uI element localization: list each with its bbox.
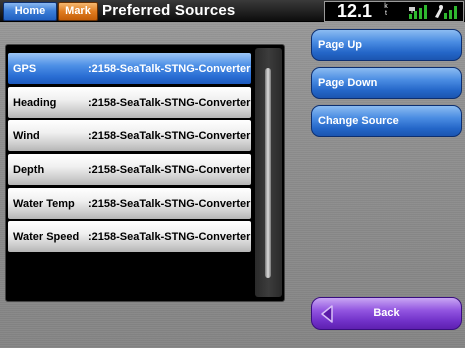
list-item-water-speed[interactable]: Water Speed :2158-SeaTalk-STNG-Converter <box>8 221 251 252</box>
speed-unit: k t <box>384 3 388 17</box>
list-item-water-temp[interactable]: Water Temp :2158-SeaTalk-STNG-Converter <box>8 188 251 219</box>
gps-signal-icon <box>435 5 457 19</box>
sources-list: GPS :2158-SeaTalk-STNG-Converter Heading… <box>5 44 285 302</box>
page-title: Preferred Sources <box>102 2 236 19</box>
top-bar: Home Mark Preferred Sources 12.1 k t <box>0 0 465 22</box>
source-value: :2158-SeaTalk-STNG-Converter <box>88 129 251 142</box>
scrollbar-thumb[interactable] <box>265 68 271 278</box>
source-value: :2158-SeaTalk-STNG-Converter <box>88 163 251 176</box>
change-source-button[interactable]: Change Source <box>311 105 462 137</box>
source-label: Wind <box>13 129 40 142</box>
speed-readout: 12.1 <box>337 1 373 21</box>
list-item-heading[interactable]: Heading :2158-SeaTalk-STNG-Converter <box>8 87 251 118</box>
back-arrow-icon <box>321 305 333 323</box>
source-label: Water Speed <box>13 230 80 243</box>
source-value: :2158-SeaTalk-STNG-Converter <box>88 230 251 243</box>
status-panel: 12.1 k t <box>324 1 464 22</box>
source-value: :2158-SeaTalk-STNG-Converter <box>88 96 251 109</box>
source-label: GPS <box>13 62 37 75</box>
back-button[interactable]: Back <box>311 297 462 330</box>
mark-button[interactable]: Mark <box>58 2 98 21</box>
source-label: Depth <box>13 163 45 176</box>
source-label: Water Temp <box>13 197 75 210</box>
source-value: :2158-SeaTalk-STNG-Converter <box>88 197 251 210</box>
source-label: Heading <box>13 96 57 109</box>
list-item-wind[interactable]: Wind :2158-SeaTalk-STNG-Converter <box>8 120 251 151</box>
list-item-gps[interactable]: GPS :2158-SeaTalk-STNG-Converter <box>8 53 251 84</box>
list-item-depth[interactable]: Depth :2158-SeaTalk-STNG-Converter <box>8 154 251 185</box>
home-button[interactable]: Home <box>3 2 57 21</box>
scrollbar[interactable] <box>255 48 282 297</box>
satellite-signal-icon <box>409 5 427 19</box>
page-up-button[interactable]: Page Up <box>311 29 462 61</box>
page-down-button[interactable]: Page Down <box>311 67 462 99</box>
source-value: :2158-SeaTalk-STNG-Converter <box>88 62 251 75</box>
back-label: Back <box>373 307 400 319</box>
